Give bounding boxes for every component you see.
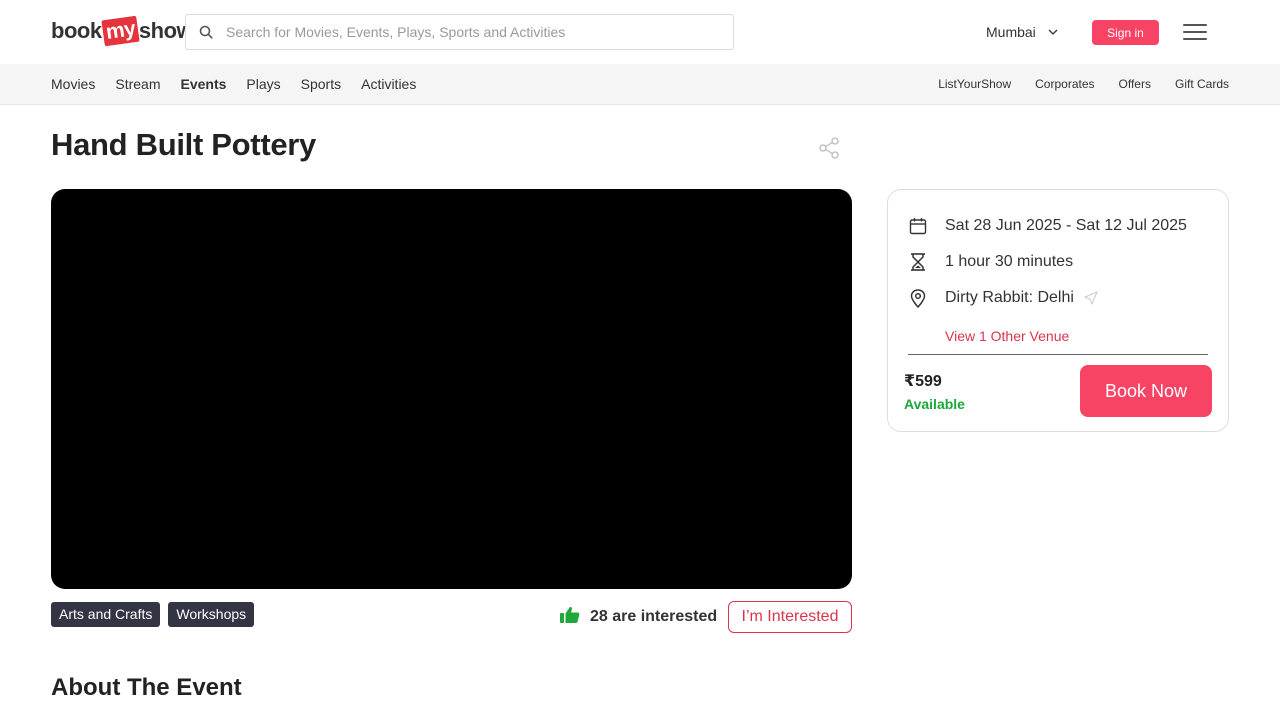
thumbs-up-icon [560,606,580,629]
calendar-icon [908,216,928,236]
view-other-venue-link[interactable]: View 1 Other Venue [945,328,1069,344]
search-input[interactable] [226,24,716,40]
sign-in-button[interactable]: Sign in [1092,20,1159,45]
nav-gift-cards[interactable]: Gift Cards [1175,77,1229,91]
nav-stream[interactable]: Stream [115,76,160,92]
book-now-button[interactable]: Book Now [1080,365,1212,417]
logo-text-book: book [51,18,102,43]
chevron-down-icon [1048,29,1058,35]
nav-corporates[interactable]: Corporates [1035,77,1094,91]
nav-sports[interactable]: Sports [301,76,341,92]
city-label: Mumbai [986,24,1036,40]
event-dates-row: Sat 28 Jun 2025 - Sat 12 Jul 2025 [908,214,1187,238]
im-interested-button[interactable]: I’m Interested [728,601,852,633]
about-heading: About The Event [51,674,242,701]
event-duration-row: 1 hour 30 minutes [908,250,1073,274]
logo-text-my: my [100,15,140,47]
event-dates: Sat 28 Jun 2025 - Sat 12 Jul 2025 [945,217,1187,234]
event-venue-row: Dirty Rabbit: Delhi [908,286,1098,310]
event-venue[interactable]: Dirty Rabbit: Delhi [945,289,1074,307]
nav-offers[interactable]: Offers [1119,77,1151,91]
event-title: Hand Built Pottery [51,127,317,162]
category-nav-right: ListYourShow Corporates Offers Gift Card… [914,64,1229,104]
nav-plays[interactable]: Plays [246,76,280,92]
interest-count: 28 are interested [560,606,717,628]
top-header: bookmyshow Mumbai Sign in [0,0,1280,64]
card-divider [908,354,1208,355]
search-bar[interactable] [185,14,734,50]
nav-activities[interactable]: Activities [361,76,416,92]
category-nav: Movies Stream Events Plays Sports Activi… [0,64,1280,105]
tag-workshops[interactable]: Workshops [168,602,255,627]
share-icon[interactable] [817,136,841,160]
search-icon [186,14,226,50]
interested-count-text: 28 are interested [590,608,718,625]
location-pin-icon [908,288,928,308]
event-info-card: Sat 28 Jun 2025 - Sat 12 Jul 2025 1 hour… [887,189,1229,432]
ticket-price: ₹599 [904,373,942,390]
navigate-arrow-icon[interactable] [1084,291,1098,305]
bookmyshow-logo[interactable]: book my show [51,14,194,48]
event-tags: Arts and Crafts Workshops [51,602,255,627]
category-nav-left: Movies Stream Events Plays Sports Activi… [51,64,436,104]
event-duration: 1 hour 30 minutes [945,253,1074,270]
nav-listyourshow[interactable]: ListYourShow [938,77,1011,91]
hamburger-menu-icon[interactable] [1183,21,1207,43]
nav-movies[interactable]: Movies [51,76,95,92]
event-media-player[interactable] [51,189,852,589]
availability-status: Available [904,396,965,412]
hourglass-icon [908,252,928,272]
city-selector[interactable]: Mumbai [986,22,1058,42]
tag-arts-and-crafts[interactable]: Arts and Crafts [51,602,161,627]
nav-events[interactable]: Events [180,76,226,92]
